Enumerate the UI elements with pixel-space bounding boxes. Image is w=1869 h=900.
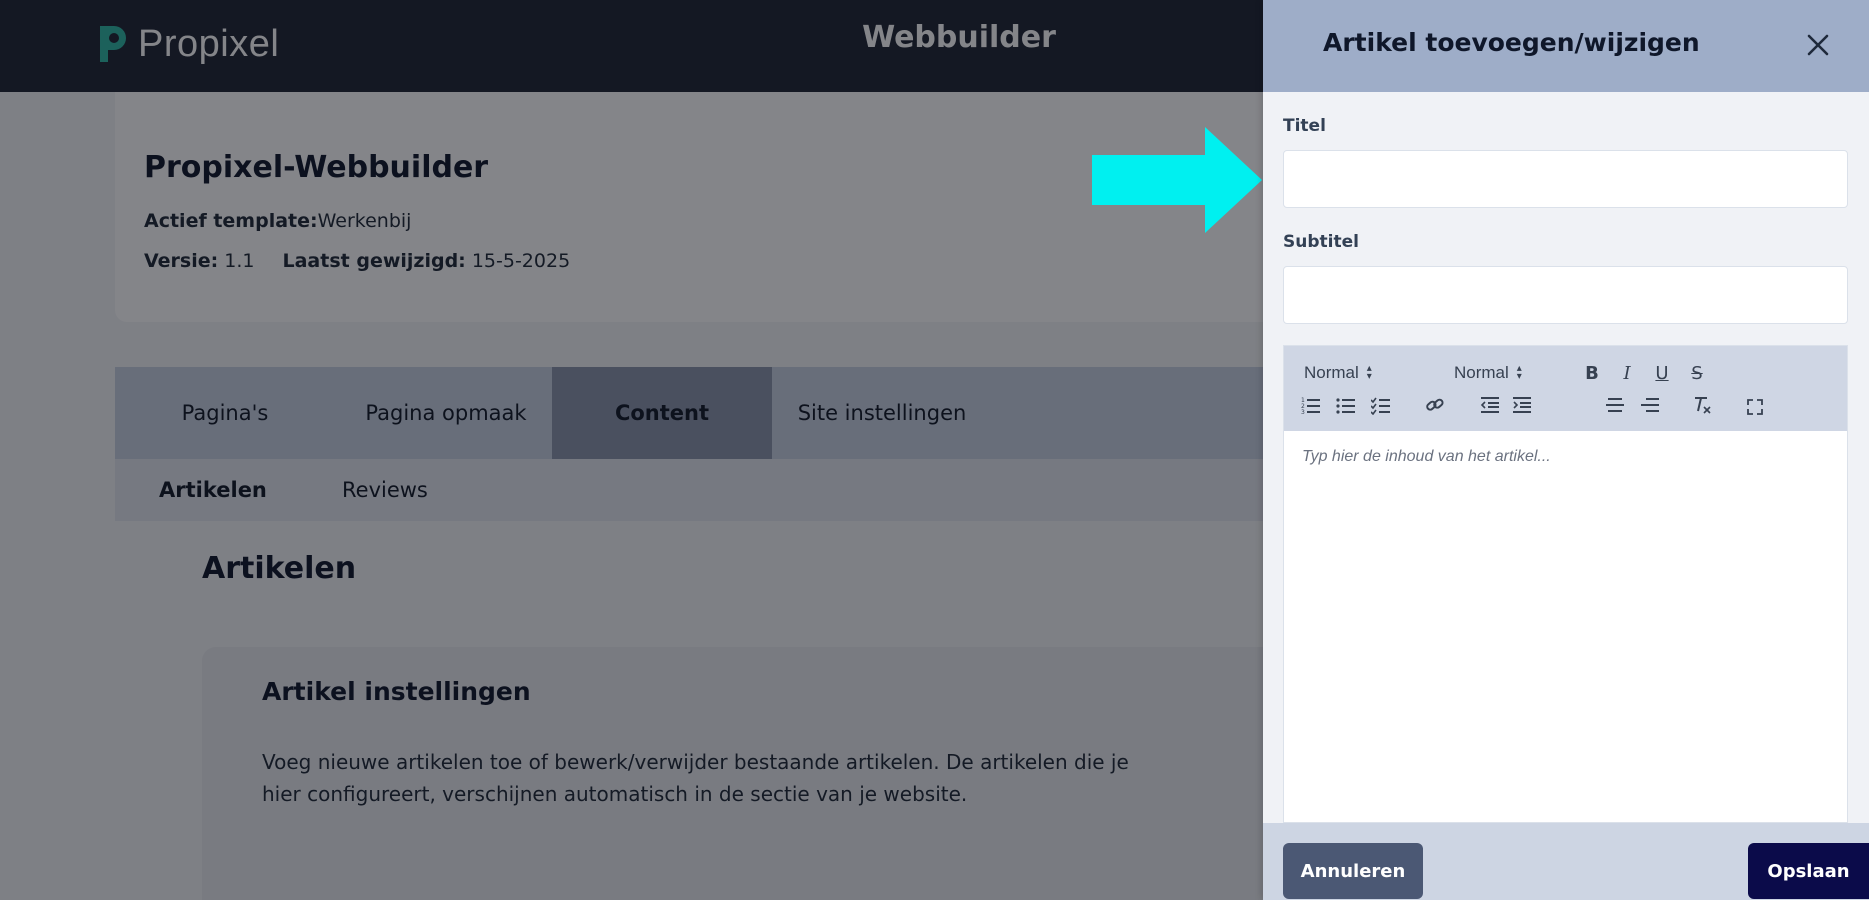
close-icon[interactable]	[1803, 30, 1833, 60]
header-format-value: Normal	[1304, 363, 1359, 382]
svg-text:3: 3	[1301, 409, 1305, 415]
panel-title: Artikel toevoegen/wijzigen	[1323, 28, 1700, 57]
annotation-arrow-icon	[1092, 127, 1262, 233]
subtitle-input[interactable]	[1283, 266, 1848, 324]
strike-button[interactable]: S	[1684, 360, 1710, 386]
link-icon[interactable]	[1422, 392, 1448, 418]
italic-button[interactable]: I	[1614, 360, 1640, 386]
outdent-icon[interactable]	[1477, 392, 1503, 418]
title-input[interactable]	[1283, 150, 1848, 208]
select-arrows-icon: ▴ ▾	[1366, 363, 1372, 382]
article-edit-panel: Artikel toevoegen/wijzigen Titel Subtite…	[1263, 0, 1869, 900]
title-label: Titel	[1283, 116, 1326, 136]
font-size-select[interactable]: Normal ▴ ▾	[1454, 360, 1522, 386]
align-center-icon[interactable]	[1602, 392, 1628, 418]
bullet-list-icon[interactable]	[1333, 392, 1359, 418]
subtitle-label: Subtitel	[1283, 232, 1359, 252]
editor-toolbar: Normal ▴ ▾ Normal ▴ ▾ B I U S 123	[1284, 346, 1847, 431]
clear-format-icon[interactable]	[1689, 392, 1715, 418]
fullscreen-icon[interactable]	[1742, 394, 1768, 420]
rich-text-editor: Normal ▴ ▾ Normal ▴ ▾ B I U S 123 Typ hi…	[1283, 345, 1848, 823]
checklist-icon[interactable]	[1368, 392, 1394, 418]
underline-button[interactable]: U	[1649, 360, 1675, 386]
indent-icon[interactable]	[1509, 392, 1535, 418]
align-right-icon[interactable]	[1637, 392, 1663, 418]
ordered-list-icon[interactable]: 123	[1298, 392, 1324, 418]
cancel-button[interactable]: Annuleren	[1283, 843, 1423, 899]
panel-footer: Annuleren Opslaan	[1263, 823, 1869, 900]
font-size-value: Normal	[1454, 363, 1509, 382]
header-format-select[interactable]: Normal ▴ ▾	[1304, 360, 1372, 386]
save-button[interactable]: Opslaan	[1748, 843, 1869, 899]
panel-header: Artikel toevoegen/wijzigen	[1263, 0, 1869, 92]
bold-button[interactable]: B	[1579, 360, 1605, 386]
select-arrows-icon: ▴ ▾	[1516, 363, 1522, 382]
editor-content-area[interactable]: Typ hier de inhoud van het artikel...	[1302, 448, 1551, 466]
